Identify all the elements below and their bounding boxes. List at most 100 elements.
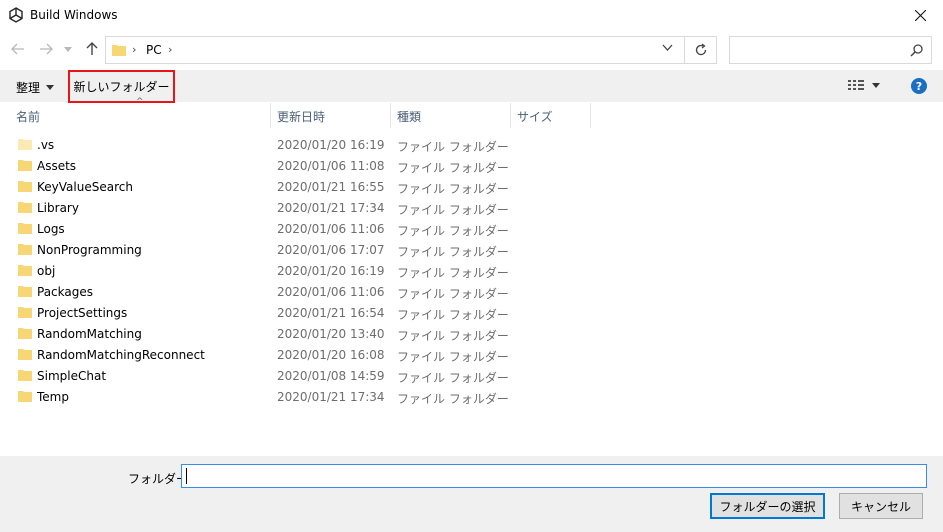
details-view-icon [848,80,864,90]
organize-menu-button[interactable]: 整理 [16,79,55,96]
folder-icon [18,328,32,339]
file-name: Packages [37,285,93,299]
close-button[interactable] [897,0,943,30]
file-date: 2020/01/20 16:19 [277,264,385,278]
back-button[interactable] [9,40,27,58]
list-item[interactable]: SimpleChat 2020/01/08 14:59 ファイル フォルダー [10,365,590,386]
folder-icon [18,391,32,402]
list-item[interactable]: Temp 2020/01/21 17:34 ファイル フォルダー [10,386,590,407]
file-date: 2020/01/08 14:59 [277,369,385,383]
file-date: 2020/01/20 16:08 [277,348,385,362]
file-date: 2020/01/21 16:54 [277,306,385,320]
file-type: ファイル フォルダー [397,182,509,196]
refresh-icon[interactable] [694,43,708,57]
list-item[interactable]: ProjectSettings 2020/01/21 16:54 ファイル フォ… [10,302,590,323]
recent-locations-button[interactable] [62,40,74,58]
column-header-size[interactable]: サイズ [511,103,591,128]
window-title: Build Windows [30,8,118,22]
cancel-label: キャンセル [850,499,911,514]
file-name: SimpleChat [37,369,107,383]
file-type: ファイル フォルダー [397,140,509,154]
list-item[interactable]: RandomMatching 2020/01/20 13:40 ファイル フォル… [10,323,590,344]
file-date: 2020/01/06 11:06 [277,285,385,299]
chevron-down-icon [872,82,880,88]
select-folder-label: フォルダーの選択 [719,499,816,514]
list-item[interactable]: KeyValueSearch 2020/01/21 16:55 ファイル フォル… [10,176,590,197]
folder-icon [18,160,32,171]
file-name: Temp [37,390,69,404]
list-item[interactable]: RandomMatchingReconnect 2020/01/20 16:08… [10,344,590,365]
file-name: RandomMatching [37,327,142,341]
list-item[interactable]: .vs 2020/01/20 16:19 ファイル フォルダー [10,134,590,155]
folder-icon [18,286,32,297]
folder-icon [18,223,32,234]
search-input[interactable] [729,36,932,64]
column-header-label: 名前 [16,110,41,124]
new-folder-label: 新しいフォルダー [73,80,170,94]
file-date: 2020/01/20 13:40 [277,327,385,341]
folder-icon [18,307,32,318]
forward-button[interactable] [37,40,55,58]
column-header-type[interactable]: 種類 [391,103,511,128]
title-bar: Build Windows [0,0,943,30]
column-header-label: 種類 [397,110,422,124]
folder-icon [18,244,32,255]
navigation-bar: › PC › [0,34,943,66]
cancel-button[interactable]: キャンセル [839,493,923,519]
new-folder-button[interactable]: 新しいフォルダー [68,70,175,103]
file-name: ProjectSettings [37,306,128,320]
file-name: Logs [37,222,65,236]
chevron-down-icon [64,46,72,52]
list-item[interactable]: Packages 2020/01/06 11:06 ファイル フォルダー [10,281,590,302]
file-date: 2020/01/06 11:06 [277,222,385,236]
file-type: ファイル フォルダー [397,392,509,406]
file-name: NonProgramming [37,243,142,257]
breadcrumb-pc[interactable]: PC [146,43,162,57]
list-item[interactable]: Logs 2020/01/06 11:06 ファイル フォルダー [10,218,590,239]
file-date: 2020/01/21 16:55 [277,180,385,194]
chevron-down-icon [46,85,55,90]
folder-icon [18,202,32,213]
file-type: ファイル フォルダー [397,329,509,343]
file-name: RandomMatchingReconnect [37,348,205,362]
list-item[interactable]: NonProgramming 2020/01/06 17:07 ファイル フォル… [10,239,590,260]
file-date: 2020/01/21 17:34 [277,390,385,404]
file-date: 2020/01/06 17:07 [277,243,385,257]
breadcrumb-separator[interactable]: › [132,43,136,56]
file-type: ファイル フォルダー [397,371,509,385]
list-item[interactable]: Library 2020/01/21 17:34 ファイル フォルダー [10,197,590,218]
file-type: ファイル フォルダー [397,308,509,322]
unity-logo-icon [9,7,23,23]
close-icon [914,9,926,21]
file-type: ファイル フォルダー [397,224,509,238]
divider [684,37,685,63]
folder-icon [112,45,126,56]
file-date: 2020/01/20 16:19 [277,138,385,152]
folder-name-field[interactable] [181,464,927,488]
file-date: 2020/01/06 11:08 [277,159,385,173]
organize-label: 整理 [16,81,41,95]
list-item[interactable]: Assets 2020/01/06 11:08 ファイル フォルダー [10,155,590,176]
list-item[interactable]: obj 2020/01/20 16:19 ファイル フォルダー [10,260,590,281]
column-header-label: 更新日時 [277,110,326,124]
breadcrumb-separator[interactable]: › [168,43,172,56]
file-name: KeyValueSearch [37,180,133,194]
address-bar[interactable]: › PC › [105,36,717,64]
text-caret [186,468,187,484]
select-folder-button[interactable]: フォルダーの選択 [710,493,825,519]
folder-icon [18,139,32,150]
column-header-name[interactable]: 名前 [10,103,271,128]
file-type: ファイル フォルダー [397,245,509,259]
column-header-date[interactable]: 更新日時 [271,103,391,128]
change-view-button[interactable] [848,79,880,91]
file-type: ファイル フォルダー [397,203,509,217]
help-button[interactable]: ? [911,78,927,94]
arrow-right-icon [40,43,53,55]
file-name: obj [37,264,56,278]
folder-icon [18,370,32,381]
up-button[interactable] [83,40,101,58]
help-icon: ? [915,79,923,93]
chevron-down-icon[interactable] [662,44,673,51]
column-header-label: サイズ [517,110,553,124]
file-name: .vs [37,138,55,152]
